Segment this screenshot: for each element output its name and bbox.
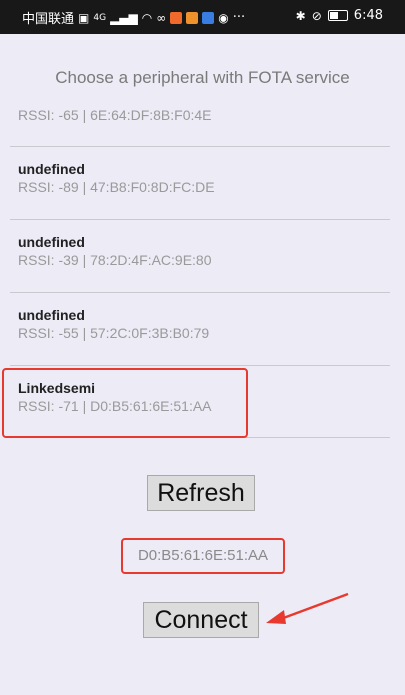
status-bar: 中国联通 ▣ 4G ▂▄▆ ◠ ∞ ◉ ··· ✱ ⊘ 6:48 (0, 0, 405, 34)
mute-icon: ⊘ (311, 8, 322, 23)
device-name: undefined (18, 234, 85, 250)
divider (10, 146, 390, 147)
app-notification-icon (186, 11, 199, 24)
device-info: RSSI: -55 | 57:2C:0F:3B:B0:79 (18, 325, 210, 341)
link-icon: ∞ (156, 10, 167, 25)
device-info: RSSI: -89 | 47:B8:F0:8D:FC:DE (18, 179, 215, 195)
selected-address: D0:B5:61:6E:51:AA (137, 547, 269, 564)
status-app-icon: ◉ (218, 10, 229, 25)
app-notification-icon (202, 11, 215, 24)
refresh-button[interactable]: Refresh (147, 475, 255, 511)
list-item[interactable]: undefined RSSI: -55 | 57:2C:0F:3B:B0:79 (18, 307, 209, 341)
battery-icon (327, 10, 348, 21)
hd-icon: ▣ (78, 10, 90, 25)
divider (10, 365, 390, 366)
signal-icon: ▂▄▆ (110, 10, 138, 25)
list-item[interactable]: undefined RSSI: -89 | 47:B8:F0:8D:FC:DE (18, 161, 215, 195)
list-item[interactable]: RSSI: -65 | 6E:64:DF:8B:F0:4E (18, 107, 212, 123)
device-name: undefined (18, 307, 85, 323)
device-info: RSSI: -39 | 78:2D:4F:AC:9E:80 (18, 252, 212, 268)
carrier-label: 中国联通 (22, 12, 75, 27)
bluetooth-icon: ✱ (295, 8, 306, 23)
device-name: undefined (18, 161, 85, 177)
app-notification-icon (170, 11, 183, 24)
list-item[interactable]: undefined RSSI: -39 | 78:2D:4F:AC:9E:80 (18, 234, 212, 268)
more-notifications: ··· (232, 10, 246, 25)
connect-button[interactable]: Connect (143, 602, 259, 638)
wifi-icon: ◠ (141, 10, 153, 25)
divider (10, 219, 390, 220)
device-info: RSSI: -65 | 6E:64:DF:8B:F0:4E (18, 107, 212, 123)
annotation-arrow-icon (266, 592, 349, 624)
page-title: Choose a peripheral with FOTA service (55, 68, 350, 87)
clock: 6:48 (353, 8, 383, 23)
divider (10, 292, 390, 293)
selection-highlight-box (2, 368, 248, 438)
signal-text: 4G (93, 12, 107, 23)
